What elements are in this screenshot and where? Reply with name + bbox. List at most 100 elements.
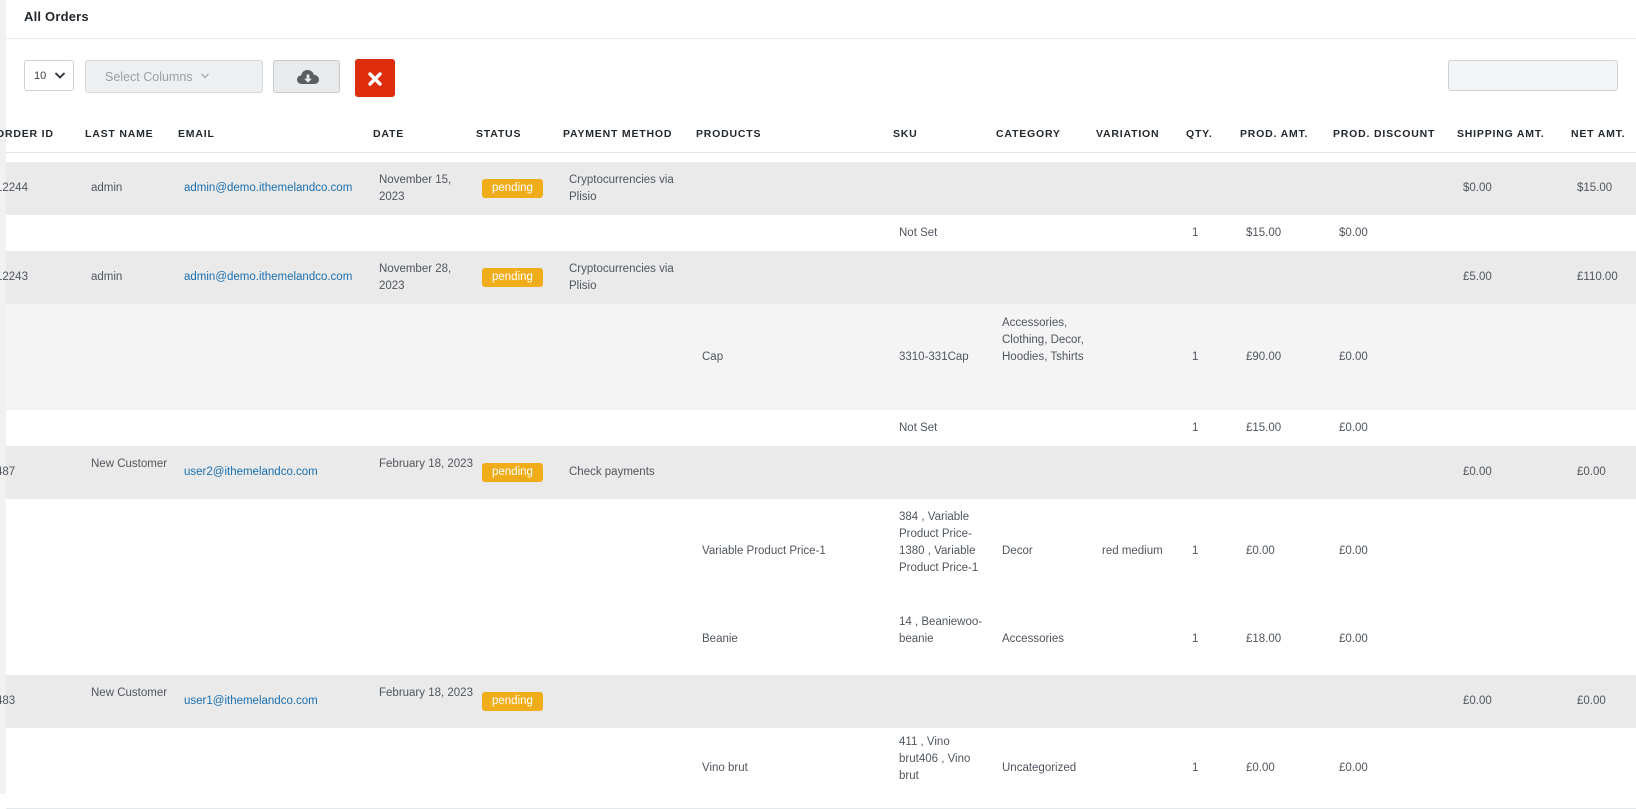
cell-order-id: 12244 [0,182,28,194]
page-title: All Orders [24,9,89,24]
order-item-row: Vino brut 411 , Vino brut406 , Vino brut U… [6,728,1636,809]
chevron-down-icon [201,73,209,79]
cell-category: Decor [1002,545,1033,557]
page-header: All Orders [6,0,1636,39]
cell-sku: 384 , Variable Product Price-1380 , Vari… [899,511,979,574]
cell-date: November 28, 2023 [379,263,452,292]
select-columns-dropdown[interactable]: Select Columns [85,60,263,93]
cell-sku: 3310-331Cap [899,351,969,363]
column-header-products[interactable]: PRODUCTS [696,128,761,140]
cell-prod-amt: £15.00 [1246,422,1282,434]
column-header-prod-amt[interactable]: PROD. AMT. [1240,128,1308,140]
cell-payment-method: Check payments [569,466,655,478]
column-header-order-id[interactable]: ORDER ID [0,128,54,140]
column-header-shipping-amt[interactable]: SHIPPING AMT. [1457,128,1545,140]
select-columns-placeholder: Select Columns [105,70,193,84]
cell-prod-discount: £0.00 [1339,351,1368,363]
column-header-date[interactable]: DATE [373,128,404,140]
cell-payment-method: Cryptocurrencies via Plisio [569,174,674,203]
column-header-qty[interactable]: QTY. [1186,128,1213,140]
cell-payment-method: Cryptocurrencies via Plisio [569,263,674,292]
column-header-category[interactable]: CATEGORY [996,128,1061,140]
status-badge: pending [482,268,543,287]
cell-products: Vino brut [702,762,748,774]
cell-category: Accessories [1002,633,1064,645]
status-badge: pending [482,692,543,711]
header-divider [6,152,1636,153]
column-header-prod-discount[interactable]: PROD. DISCOUNT [1333,128,1435,140]
cell-prod-discount: £0.00 [1339,762,1368,774]
cell-last-name: admin [91,182,123,194]
order-row[interactable]: 12243 admin admin@demo.ithemelandco.com Nov… [0,251,1636,305]
order-item-row: Not Set 1 £15.00 £0.00 [6,410,1636,447]
column-header-payment-method[interactable]: PAYMENT METHOD [563,128,672,140]
cell-qty: 1 [1192,351,1199,363]
cell-date: February 18, 2023 [379,687,473,699]
page-size-select[interactable]: 10 [24,60,74,91]
close-icon [368,72,382,86]
cell-category: Uncategorized [1002,762,1077,774]
cell-shipping-amt: £5.00 [1463,271,1492,283]
cell-qty: 1 [1192,545,1199,557]
cell-net-amt: £110.00 [1577,271,1618,283]
cell-products: Variable Product Price-1 [702,545,826,557]
cell-sku: Not Set [899,227,938,239]
cell-net-amt: $15.00 [1577,182,1613,194]
order-item-row: Beanie 14 , Beaniewoo-beanie Accessories 1 £… [6,604,1636,676]
cell-products: Beanie [702,633,738,645]
column-header-sku[interactable]: SKU [893,128,918,140]
clear-filters-button[interactable] [355,59,395,97]
cell-qty: 1 [1192,762,1199,774]
cell-date: February 18, 2023 [379,458,473,470]
cell-qty: 1 [1192,422,1199,434]
cell-prod-amt: £90.00 [1246,351,1282,363]
search-input[interactable] [1448,60,1618,91]
cell-prod-discount: £0.00 [1339,422,1368,434]
cell-qty: 1 [1192,633,1199,645]
column-header-variation[interactable]: VARIATION [1096,128,1159,140]
download-button[interactable] [273,60,340,93]
cell-prod-discount: £0.00 [1339,545,1368,557]
cell-shipping-amt: £0.00 [1463,695,1492,707]
order-item-row: Not Set 1 $15.00 $0.00 [6,215,1636,252]
cell-email[interactable]: admin@demo.ithemelandco.com [184,269,352,286]
column-header-last-name[interactable]: LAST NAME [85,128,153,140]
column-header-net-amt[interactable]: NET AMT. [1571,128,1625,140]
cell-email[interactable]: user2@ithemelandco.com [184,464,318,481]
cell-order-id: 487 [0,466,16,478]
cell-net-amt: £0.00 [1577,695,1606,707]
cell-net-amt: £0.00 [1577,466,1606,478]
order-item-row: Variable Product Price-1 384 , Variable P… [6,499,1636,605]
cell-prod-amt: £18.00 [1246,633,1282,645]
cell-prod-amt: $15.00 [1246,227,1282,239]
cell-order-id: 483 [0,695,16,707]
cell-sku: Not Set [899,422,938,434]
order-item-row: Cap 3310-331Cap Accessories, Clothing, Dec… [6,304,1636,411]
cloud-download-icon [297,70,319,84]
cell-order-id: 12243 [0,271,28,283]
column-header-status[interactable]: STATUS [476,128,521,140]
cell-products: Cap [702,351,724,363]
order-row[interactable]: 487 New Customer user2@ithemelandco.com Feb… [0,446,1636,500]
cell-category: Accessories, Clothing, Decor, Hoodies, T… [1002,317,1084,363]
column-header-email[interactable]: EMAIL [178,128,215,140]
cell-variation: red medium [1102,545,1163,557]
cell-qty: 1 [1192,227,1199,239]
cell-date: November 15, 2023 [379,174,452,203]
cell-email[interactable]: user1@ithemelandco.com [184,693,318,710]
status-badge: pending [482,179,543,198]
cell-last-name: admin [91,271,123,283]
order-row[interactable]: 483 New Customer user1@ithemelandco.com Feb… [0,675,1636,729]
cell-shipping-amt: £0.00 [1463,466,1492,478]
cell-email[interactable]: admin@demo.ithemelandco.com [184,180,352,197]
status-badge: pending [482,463,543,482]
cell-prod-discount: $0.00 [1339,227,1368,239]
cell-prod-amt: £0.00 [1246,762,1275,774]
cell-sku: 14 , Beaniewoo-beanie [899,616,983,645]
cell-shipping-amt: $0.00 [1463,182,1492,194]
cell-last-name: New Customer [91,458,168,470]
page-size-value: 10 [34,70,47,82]
cell-sku: 411 , Vino brut406 , Vino brut [899,736,971,782]
order-row[interactable]: 12244 admin admin@demo.ithemelandco.com Nov… [0,162,1636,216]
cell-prod-discount: £0.00 [1339,633,1368,645]
